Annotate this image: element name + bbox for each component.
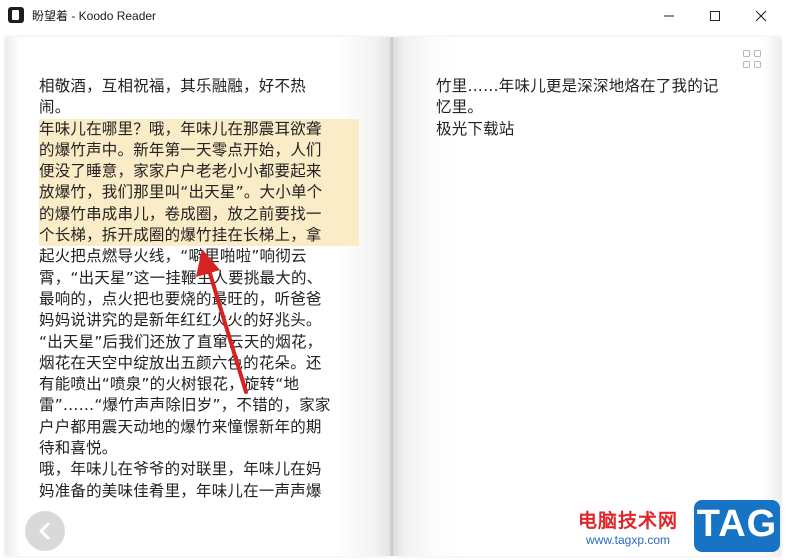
tag-label: TAG [696,503,778,545]
watermark-site-name: 电脑技术网 [578,510,679,532]
watermark-url: www.tagxp.com [586,533,671,547]
annotation-arrow [196,249,248,394]
tag-watermark-badge: TAG [694,500,780,552]
